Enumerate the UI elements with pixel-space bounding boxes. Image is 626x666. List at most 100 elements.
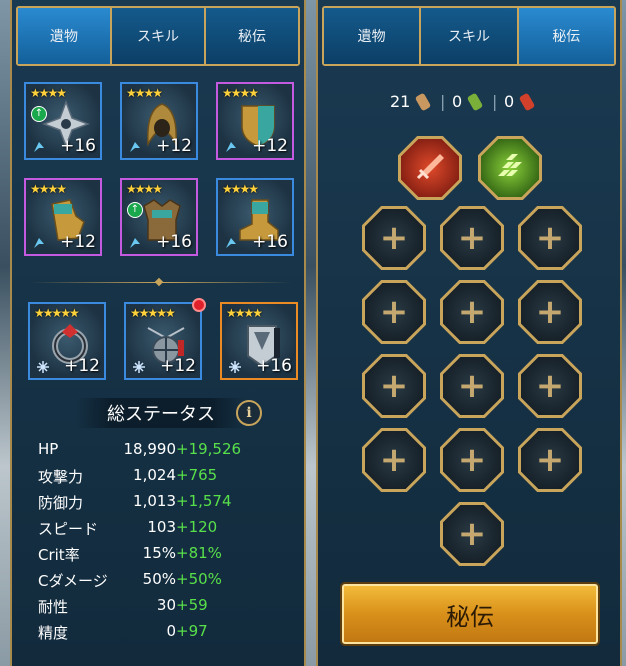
stat-row-defense: 防御力 1,013 +1,574: [38, 492, 308, 518]
stat-row-speed: スピード 103 +120: [38, 518, 308, 544]
star-rating: ★★★★: [126, 86, 163, 100]
stat-label: 攻撃力: [38, 468, 84, 486]
stat-base-value: 0: [166, 622, 176, 640]
artifact-level: +12: [156, 136, 192, 156]
tab-skills[interactable]: スキル: [112, 8, 206, 64]
accessory-slot-amulet[interactable]: ★★★★★ +12: [124, 298, 206, 380]
stat-row-crit-rate: Crit率 15% +81%: [38, 544, 308, 570]
tab-masteries[interactable]: 秘伝: [518, 8, 614, 64]
support-blocks-icon: [498, 154, 522, 176]
accessory-type-icon: [133, 361, 145, 373]
artifacts-panel: 遺物 スキル 秘伝 ★★★★ ↑ +16 ★★★★ +12 ★★★★ +12 ★…: [10, 0, 306, 666]
set-icon: [34, 142, 44, 152]
artifact-slot-weapon[interactable]: ★★★★ ↑ +16: [24, 82, 102, 160]
mastery-slot[interactable]: +: [440, 206, 504, 270]
set-icon: [226, 238, 236, 248]
plus-icon: +: [535, 366, 565, 406]
plus-icon: +: [379, 218, 409, 258]
stat-bonus-value: +59: [176, 596, 208, 614]
artifact-level: +12: [252, 136, 288, 156]
set-icon: [34, 238, 44, 248]
plus-icon: +: [379, 440, 409, 480]
accessory-type-icon: [229, 361, 241, 373]
tab-artifacts[interactable]: 遺物: [18, 8, 112, 64]
total-stats-title: 総ステータス: [107, 404, 215, 425]
info-button[interactable]: i: [236, 400, 262, 426]
plus-icon: +: [457, 514, 487, 554]
stat-bonus-value: +120: [176, 518, 218, 536]
stat-base-value: 103: [147, 518, 176, 536]
artifact-level: +16: [252, 232, 288, 252]
artifact-slot-chest[interactable]: ★★★★ ↑ +16: [120, 178, 198, 256]
stat-base-value: 50%: [142, 570, 176, 588]
stat-bonus-value: +765: [176, 466, 218, 484]
mastery-slot[interactable]: +: [518, 206, 582, 270]
stat-base-value: 1,013: [133, 492, 176, 510]
plus-icon: +: [535, 292, 565, 332]
plus-icon: +: [379, 366, 409, 406]
stat-base-value: 30: [156, 596, 176, 614]
set-icon: [226, 142, 236, 152]
info-icon: i: [246, 405, 252, 421]
mastery-slot[interactable]: +: [440, 354, 504, 418]
artifact-slot-gloves[interactable]: ★★★★ +12: [24, 178, 102, 256]
tab-label: 遺物: [50, 29, 78, 45]
star-rating: ★★★★: [222, 182, 259, 196]
stat-row-resistance: 耐性 30 +59: [38, 596, 308, 622]
tab-skills[interactable]: スキル: [421, 8, 519, 64]
left-tab-bar: 遺物 スキル 秘伝: [16, 6, 300, 66]
mastery-slot[interactable]: +: [362, 428, 426, 492]
accessory-slot-banner[interactable]: ★★★★ +16: [220, 302, 298, 380]
stat-row-accuracy: 精度 0 +97: [38, 622, 308, 648]
stat-row-hp: HP 18,990 +19,526: [38, 440, 308, 466]
stat-row-attack: 攻撃力 1,024 +765: [38, 466, 308, 492]
artifact-slot-boots[interactable]: ★★★★ +16: [216, 178, 294, 256]
tab-label: 遺物: [357, 29, 386, 45]
mastery-slot[interactable]: +: [440, 502, 504, 566]
notification-dot-icon: [192, 298, 206, 312]
stat-label: Crit率: [38, 546, 80, 564]
artifact-level: +16: [60, 136, 96, 156]
stat-label: Cダメージ: [38, 572, 108, 590]
support-tree-button[interactable]: [478, 136, 542, 200]
star-rating: ★★★★: [126, 182, 163, 196]
mastery-slot[interactable]: +: [362, 206, 426, 270]
stat-label: 耐性: [38, 598, 69, 616]
star-rating: ★★★★: [30, 86, 67, 100]
accessory-level: +12: [64, 356, 100, 376]
mastery-slot[interactable]: +: [362, 280, 426, 344]
mastery-slot[interactable]: +: [518, 280, 582, 344]
stat-base-value: 1,024: [133, 466, 176, 484]
mastery-slot[interactable]: +: [518, 428, 582, 492]
offense-tree-button[interactable]: [398, 136, 462, 200]
currency-separator: |: [492, 92, 498, 111]
mastery-slot[interactable]: +: [362, 354, 426, 418]
stat-base-value: 15%: [142, 544, 176, 562]
artifact-level: +16: [156, 232, 192, 252]
accessory-type-icon: [37, 361, 49, 373]
tab-artifacts[interactable]: 遺物: [324, 8, 422, 64]
artifact-slot-shield[interactable]: ★★★★ +12: [216, 82, 294, 160]
stat-row-crit-damage: Cダメージ 50% +50%: [38, 570, 308, 596]
accessory-level: +16: [256, 356, 292, 376]
plus-icon: +: [457, 366, 487, 406]
stat-bonus-value: +97: [176, 622, 208, 640]
accessory-slot-ring[interactable]: ★★★★★ +12: [28, 302, 106, 380]
right-tab-bar: 遺物 スキル 秘伝: [322, 6, 616, 66]
plus-icon: +: [535, 440, 565, 480]
artifact-slot-helmet[interactable]: ★★★★ +12: [120, 82, 198, 160]
mastery-slot[interactable]: +: [518, 354, 582, 418]
masteries-button[interactable]: 秘伝: [342, 584, 598, 644]
masteries-button-label: 秘伝: [446, 602, 494, 631]
bronze-scroll-icon: [415, 93, 431, 111]
tab-label: 秘伝: [552, 29, 581, 45]
mastery-slot[interactable]: +: [440, 280, 504, 344]
red-scroll-icon: [519, 93, 535, 111]
tab-label: 秘伝: [238, 29, 266, 45]
mastery-slot[interactable]: +: [440, 428, 504, 492]
tab-masteries[interactable]: 秘伝: [206, 8, 298, 64]
stat-label: 精度: [38, 624, 69, 642]
set-icon: [130, 238, 140, 248]
bronze-scroll-count: 21: [390, 92, 411, 111]
stat-label: HP: [38, 440, 59, 458]
